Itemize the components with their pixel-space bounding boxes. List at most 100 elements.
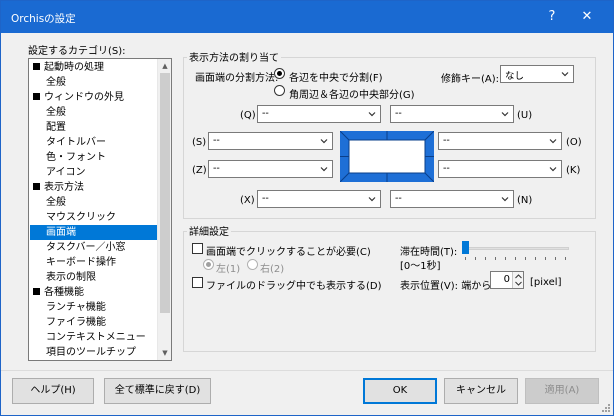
detail-group-title: 詳細設定 [187, 223, 231, 238]
spin-down-icon[interactable] [515, 281, 522, 286]
category-label: 設定するカテゴリ(S): [28, 46, 126, 57]
resize-grip-icon[interactable] [601, 403, 611, 413]
tree-item[interactable]: 全般 [46, 75, 66, 90]
close-button[interactable]: ✕ [569, 1, 605, 33]
combo-right-bottom[interactable]: -- [438, 160, 562, 178]
tree-item[interactable]: タイトルバー [46, 135, 106, 150]
tree-item[interactable]: 色・フォント [46, 150, 106, 165]
ok-button[interactable]: OK [363, 378, 437, 404]
stay-time-label: 滞在時間(T): [400, 247, 458, 258]
modifier-key-select[interactable]: なし [500, 65, 574, 83]
combo-left-bottom[interactable]: -- [208, 160, 333, 178]
apply-button[interactable]: 適用(A) [525, 378, 599, 404]
combo-bottom-right-value: -- [395, 193, 402, 204]
tree-item[interactable]: 画面端 [30, 225, 157, 240]
chevron-down-icon [501, 112, 509, 117]
tree-item-label: 色・フォント [46, 152, 106, 163]
tree-item[interactable]: 項目のツールチップ [46, 345, 136, 360]
show-during-drag-checkbox[interactable] [192, 277, 203, 288]
category-tree[interactable]: 暮寿の連動化小窓常に表示状態項目のツールチップコンテキストメニューファイラ機能ラ… [28, 58, 172, 361]
tree-item-label: 項目のツールチップ [46, 347, 136, 358]
radio-right-button[interactable] [247, 259, 258, 270]
tree-item-label: 各種機能 [44, 287, 84, 298]
tree-item-label: タイトルバー [46, 137, 106, 148]
radio-right-label[interactable]: 右(2) [260, 260, 284, 275]
split-method-label: 画面端の分割方法: [195, 73, 279, 84]
position-value: 0 [503, 274, 510, 285]
chevron-down-icon [368, 112, 376, 117]
cancel-button[interactable]: キャンセル [444, 378, 518, 404]
tree-item-label: マウスクリック [46, 212, 116, 223]
chevron-down-icon [549, 139, 557, 144]
label-k: (K) [566, 165, 581, 176]
help-title-button[interactable]: ? [534, 1, 570, 33]
tree-item[interactable]: マウスクリック [46, 210, 116, 225]
slider-tick [495, 257, 496, 260]
combo-left-top[interactable]: -- [208, 132, 333, 150]
click-required-checkbox[interactable] [192, 243, 203, 254]
category-marker-icon [33, 288, 40, 295]
label-s: (S) [192, 137, 207, 148]
tree-item-label: ランチャ機能 [46, 302, 106, 313]
tree-category[interactable]: 各種機能 [33, 285, 84, 300]
scroll-thumb[interactable] [160, 73, 170, 313]
tree-item[interactable]: 全般 [46, 105, 66, 120]
show-during-drag-label[interactable]: ファイルのドラッグ中でも表示する(D) [206, 277, 382, 292]
tree-item-label: タスクバー／小窓 [46, 242, 126, 253]
click-required-label[interactable]: 画面端でクリックすることが必要(C) [206, 243, 371, 258]
combo-bottom-right[interactable]: -- [390, 190, 514, 208]
combo-right-bottom-value: -- [443, 163, 450, 174]
spinner-buttons[interactable] [512, 272, 523, 288]
slider-tick [475, 257, 476, 260]
tree-item[interactable]: 常に表示状態 [46, 360, 106, 361]
tree-item-label: 全般 [46, 107, 66, 118]
screen-edge-diagram[interactable] [340, 131, 434, 182]
tree-item[interactable]: 配置 [46, 120, 66, 135]
stay-time-range: [0〜1秒] [400, 261, 441, 272]
slider-tick [565, 257, 566, 260]
help-button[interactable]: ヘルプ(H) [12, 378, 94, 404]
tree-item[interactable]: ファイラ機能 [46, 315, 106, 330]
scroll-up-icon[interactable]: ▲ [158, 59, 171, 73]
modifier-key-label: 修飾キー(A): [441, 74, 500, 85]
tree-item[interactable]: 表示の制限 [46, 270, 96, 285]
combo-left-top-value: -- [213, 135, 220, 146]
radio-split-corners[interactable] [274, 85, 285, 96]
label-n: (N) [517, 195, 533, 206]
tree-item[interactable]: タスクバー／小窓 [46, 240, 126, 255]
stay-time-slider-track[interactable] [463, 247, 569, 250]
tree-item-label: 全般 [46, 197, 66, 208]
tree-item[interactable]: ランチャ機能 [46, 300, 106, 315]
label-q: (Q) [240, 110, 256, 121]
radio-left-button[interactable] [203, 259, 214, 270]
label-z: (Z) [192, 165, 207, 176]
radio-split-edges-label[interactable]: 各辺を中央で分割(F) [289, 69, 383, 84]
tree-item[interactable]: アイコン [46, 165, 86, 180]
tree-item-label: キーボード操作 [46, 257, 116, 268]
tree-category[interactable]: ウィンドウの外見 [33, 90, 124, 105]
scroll-down-icon[interactable]: ▼ [158, 346, 171, 360]
slider-tick [465, 257, 466, 260]
combo-top-left[interactable]: -- [257, 105, 381, 123]
tree-item[interactable]: コンテキストメニュー [46, 330, 146, 345]
tree-category[interactable]: 表示方法 [33, 180, 84, 195]
tree-scrollbar[interactable]: ▲ ▼ [157, 59, 171, 360]
tree-item[interactable]: キーボード操作 [46, 255, 116, 270]
reset-all-button[interactable]: 全て標準に戻す(D) [104, 378, 211, 404]
radio-left-label[interactable]: 左(1) [216, 260, 240, 275]
spin-up-icon[interactable] [515, 274, 522, 279]
combo-top-left-value: -- [262, 108, 269, 119]
tree-category[interactable]: 起動時の処理 [33, 60, 104, 75]
radio-split-edges[interactable] [274, 68, 285, 79]
window-title: Orchisの設定 [11, 13, 76, 25]
label-o: (O) [566, 137, 582, 148]
combo-bottom-left[interactable]: -- [257, 190, 381, 208]
tree-item[interactable]: 全般 [46, 195, 66, 210]
slider-tick [505, 257, 506, 260]
radio-split-corners-label[interactable]: 角周辺＆各辺の中央部分(G) [289, 86, 415, 101]
combo-top-right[interactable]: -- [390, 105, 514, 123]
position-spinner[interactable]: 0 [490, 271, 524, 289]
combo-right-top[interactable]: -- [438, 132, 562, 150]
title-bar: Orchisの設定 ? ✕ [1, 1, 613, 33]
stay-time-slider-thumb[interactable] [462, 241, 469, 254]
